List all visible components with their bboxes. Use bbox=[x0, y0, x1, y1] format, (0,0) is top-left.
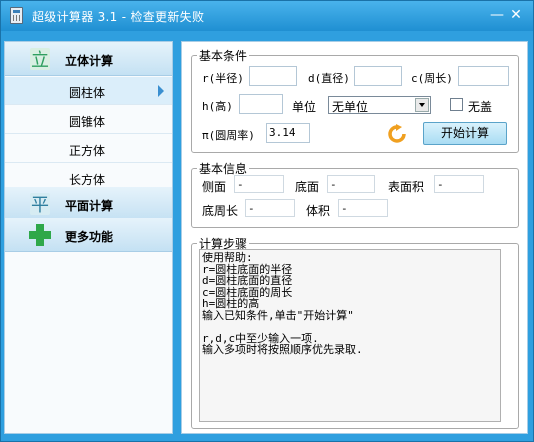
radius-input[interactable] bbox=[249, 66, 297, 86]
sidebar: 立 立体计算 圆柱体 圆锥体 正方体 长方体 平 平面计算 更多功能 bbox=[4, 41, 173, 434]
plane-icon: 平 bbox=[30, 193, 50, 216]
sidebar-item-label: 圆锥体 bbox=[69, 115, 106, 129]
pi-input[interactable]: 3.14 bbox=[266, 123, 310, 143]
height-input[interactable] bbox=[239, 94, 283, 114]
unit-selected-value: 无单位 bbox=[332, 100, 369, 114]
diameter-label: d(直径) bbox=[308, 72, 350, 85]
basic-info-group: 基本信息 bbox=[191, 160, 519, 228]
app-window: 超级计算器 3.1 - 检查更新失败 — ✕ 立 立体计算 圆柱体 圆锥体 正方… bbox=[0, 0, 534, 442]
side-area-label: 侧面 bbox=[202, 180, 227, 194]
unit-label: 单位 bbox=[292, 100, 317, 114]
svg-text:立: 立 bbox=[31, 50, 49, 71]
category-plane-calc[interactable]: 平 平面计算 bbox=[5, 187, 172, 221]
plus-icon bbox=[29, 224, 51, 246]
circumference-label: c(周长) bbox=[411, 72, 453, 85]
diameter-input[interactable] bbox=[354, 66, 402, 86]
category-label: 平面计算 bbox=[65, 199, 114, 213]
steps-line: 输入多项时将按照顺序优先录取. bbox=[202, 343, 363, 356]
base-perimeter-label: 底周长 bbox=[202, 204, 239, 218]
volume-label: 体积 bbox=[306, 204, 331, 218]
cube-icon: 立 bbox=[30, 48, 50, 71]
minimize-button[interactable]: — bbox=[488, 6, 506, 24]
base-area-label: 底面 bbox=[295, 180, 320, 194]
radius-label: r(半径) bbox=[202, 72, 244, 85]
close-button[interactable]: ✕ bbox=[507, 6, 525, 24]
refresh-icon[interactable] bbox=[387, 124, 407, 144]
sidebar-item-label: 长方体 bbox=[69, 173, 106, 187]
svg-text:平: 平 bbox=[31, 195, 49, 216]
calculator-app-icon bbox=[10, 7, 23, 24]
category-solid-calc[interactable]: 立 立体计算 bbox=[5, 42, 172, 76]
steps-line: 输入已知条件,单击"开始计算" bbox=[202, 308, 354, 322]
surface-area-label: 表面积 bbox=[388, 180, 425, 194]
height-label: h(高) bbox=[202, 100, 233, 113]
base-perimeter-value: - bbox=[245, 199, 295, 217]
main-panel: 基本条件 r(半径) d(直径) c(周长) h(高) 单位 无单位 无盖 π(… bbox=[181, 41, 528, 434]
side-area-value: - bbox=[234, 175, 284, 193]
volume-value: - bbox=[338, 199, 388, 217]
surface-area-value: - bbox=[434, 175, 484, 193]
sidebar-item-cylinder[interactable]: 圆柱体 bbox=[5, 77, 172, 105]
category-more-functions[interactable]: 更多功能 bbox=[5, 218, 172, 252]
category-label: 更多功能 bbox=[65, 230, 114, 244]
title-bar[interactable]: 超级计算器 3.1 - 检查更新失败 — ✕ bbox=[1, 1, 533, 31]
unit-select[interactable]: 无单位 bbox=[328, 96, 431, 114]
steps-textarea[interactable]: 使用帮助: r=圆柱底面的半径 d=圆柱底面的直径 c=圆柱底面的周长 h=圆柱… bbox=[199, 249, 501, 422]
sidebar-item-label: 正方体 bbox=[69, 144, 106, 158]
chevron-down-icon[interactable] bbox=[415, 98, 429, 112]
circumference-input[interactable] bbox=[458, 66, 509, 86]
sidebar-item-cube[interactable]: 正方体 bbox=[5, 135, 172, 163]
steps-line: 使用帮助: bbox=[202, 251, 253, 264]
no-lid-label: 无盖 bbox=[468, 100, 493, 114]
group-title: 基本条件 bbox=[199, 49, 248, 63]
chevron-right-icon bbox=[158, 85, 164, 97]
sidebar-item-cone[interactable]: 圆锥体 bbox=[5, 106, 172, 134]
base-area-value: - bbox=[327, 175, 375, 193]
category-label: 立体计算 bbox=[65, 54, 114, 68]
window-title: 超级计算器 3.1 - 检查更新失败 bbox=[32, 10, 205, 24]
steps-line: d=圆柱底面的直径 bbox=[202, 274, 293, 287]
sidebar-item-label: 圆柱体 bbox=[69, 86, 106, 100]
start-calculation-button[interactable]: 开始计算 bbox=[423, 122, 507, 145]
steps-line: h=圆柱的高 bbox=[202, 297, 260, 310]
no-lid-checkbox[interactable] bbox=[450, 98, 463, 111]
steps-line bbox=[202, 321, 498, 333]
pi-label: π(圆周率) bbox=[202, 129, 255, 142]
